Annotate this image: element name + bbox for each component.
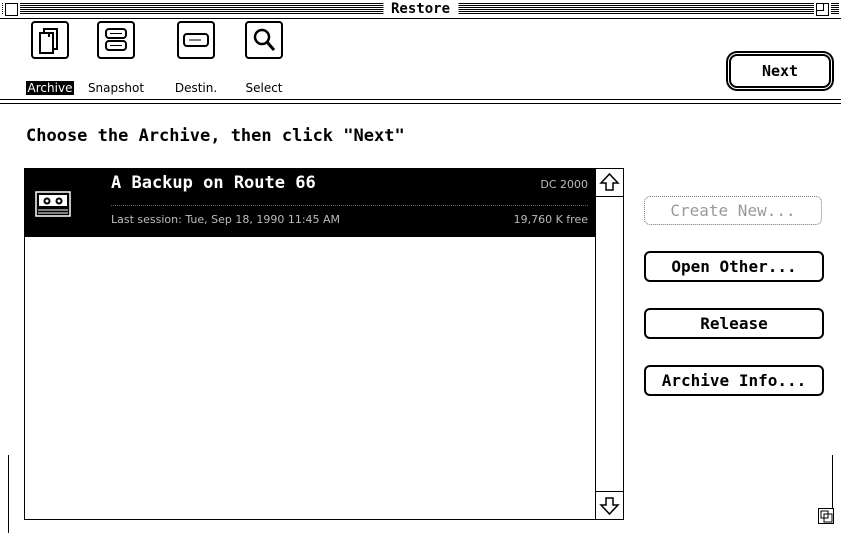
archive-last-session: Last session: Tue, Sep 18, 1990 11:45 AM: [111, 213, 341, 226]
instruction-text: Choose the Archive, then click "Next": [26, 126, 405, 146]
archive-info-button[interactable]: Archive Info...: [644, 365, 824, 396]
archive-icon: [31, 21, 69, 59]
archive-free-space: 19,760 K free: [513, 213, 588, 226]
list-scrollbar[interactable]: [595, 168, 624, 520]
scroll-up-arrow-icon[interactable]: [596, 169, 623, 197]
resize-handle-icon[interactable]: [818, 508, 834, 524]
window-title: Restore: [382, 1, 459, 17]
toolbar: Archive Snapshot Destin. Select Next: [0, 19, 841, 99]
tool-select[interactable]: Select: [228, 19, 300, 99]
snapshot-icon: [97, 21, 135, 59]
title-bar[interactable]: Restore: [0, 0, 841, 19]
window-left-edge: [8, 455, 9, 533]
window-right-edge: [832, 455, 833, 515]
restore-window: Restore Archive Snapshot Destin. Select …: [0, 0, 841, 533]
archive-name: A Backup on Route 66: [111, 173, 316, 193]
destination-icon: [177, 21, 215, 59]
toolbar-divider: [0, 99, 841, 104]
next-button[interactable]: Next: [729, 54, 831, 88]
release-button[interactable]: Release: [644, 308, 824, 339]
open-other-button[interactable]: Open Other...: [644, 251, 824, 282]
tool-archive-label: Archive: [25, 81, 75, 95]
tool-archive[interactable]: Archive: [14, 19, 86, 99]
tool-snapshot[interactable]: Snapshot: [80, 19, 152, 99]
close-box-icon[interactable]: [5, 3, 18, 16]
create-new-button[interactable]: Create New...: [644, 196, 822, 225]
archive-type: DC 2000: [540, 178, 588, 191]
tool-destination[interactable]: Destin.: [160, 19, 232, 99]
tape-cartridge-icon: [35, 191, 71, 219]
item-separator: [111, 205, 588, 206]
tool-snapshot-label: Snapshot: [87, 81, 145, 95]
magnifier-icon: [245, 21, 283, 59]
tool-destination-label: Destin.: [174, 81, 218, 95]
archive-list[interactable]: A Backup on Route 66 DC 2000 Last sessio…: [24, 168, 597, 520]
list-item[interactable]: A Backup on Route 66 DC 2000 Last sessio…: [25, 169, 596, 237]
scroll-down-arrow-icon[interactable]: [596, 491, 623, 519]
zoom-box-icon[interactable]: [816, 3, 829, 16]
tool-select-label: Select: [245, 81, 283, 95]
